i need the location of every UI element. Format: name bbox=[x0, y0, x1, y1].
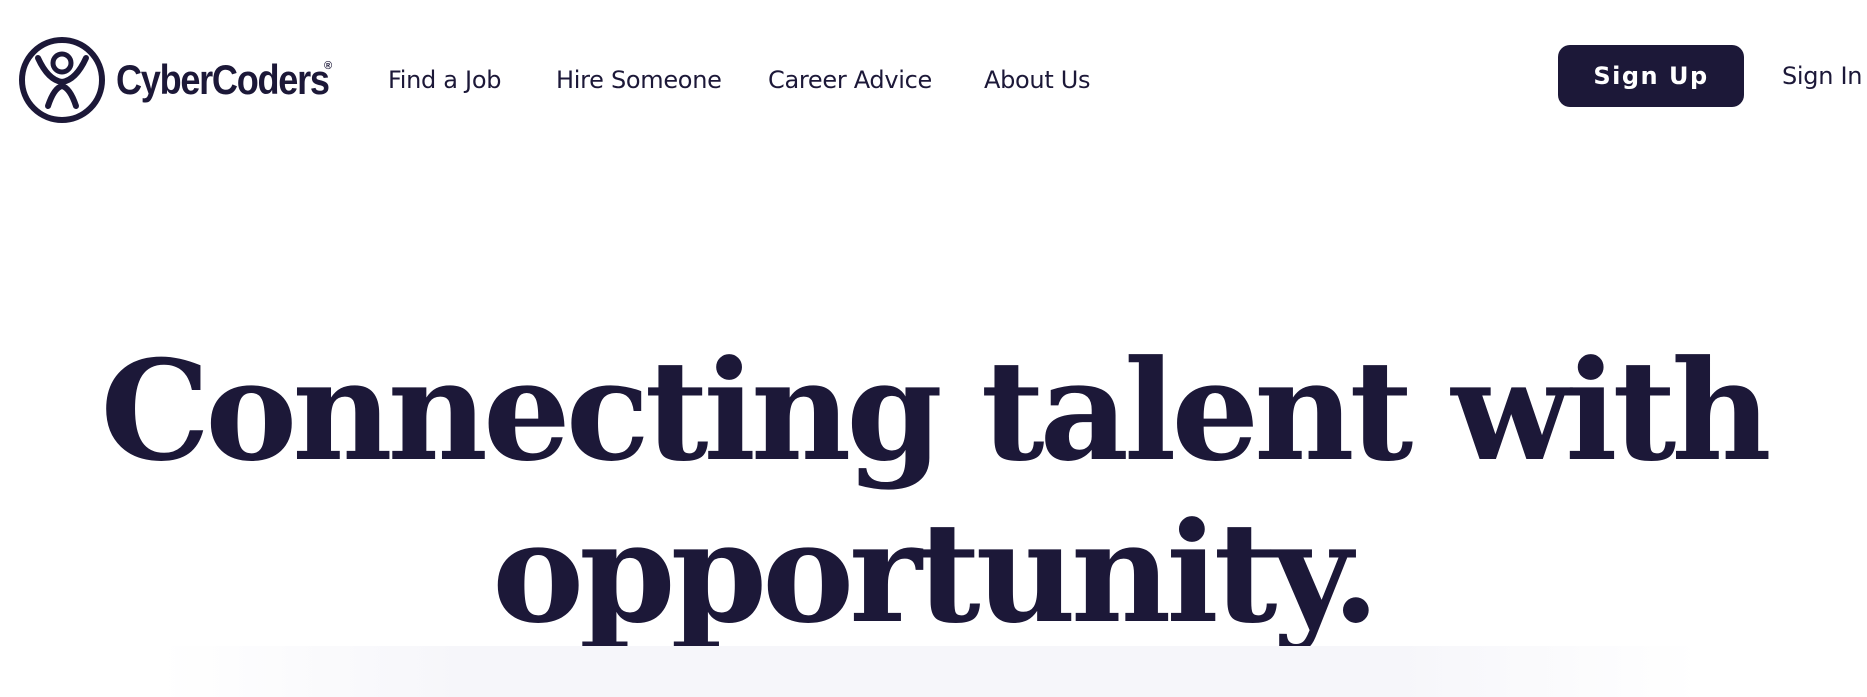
nav-find-a-job[interactable]: Find a Job bbox=[388, 64, 501, 96]
sign-up-button[interactable]: Sign Up bbox=[1558, 45, 1744, 107]
nav-hire-someone[interactable]: Hire Someone bbox=[556, 64, 722, 96]
cybercoders-logo[interactable]: CyberCoders bbox=[18, 36, 363, 124]
brand-name: CyberCoders bbox=[116, 56, 330, 103]
nav-about-us[interactable]: About Us bbox=[984, 64, 1091, 96]
hero-headline-line-2: opportunity. bbox=[492, 491, 1380, 654]
site-header: CyberCoders ® Find a Job Hire Someone Ca… bbox=[0, 0, 1867, 160]
sign-in-link[interactable]: Sign In bbox=[1782, 60, 1862, 92]
registered-mark: ® bbox=[324, 60, 333, 72]
hero-headline: Connecting talent with opportunity. bbox=[0, 330, 1867, 654]
nav-career-advice[interactable]: Career Advice bbox=[768, 64, 932, 96]
cybercoders-person-circle-icon bbox=[19, 37, 105, 123]
hero-image-edge bbox=[160, 646, 1700, 697]
hero-headline-line-1: Connecting talent with bbox=[100, 329, 1771, 492]
